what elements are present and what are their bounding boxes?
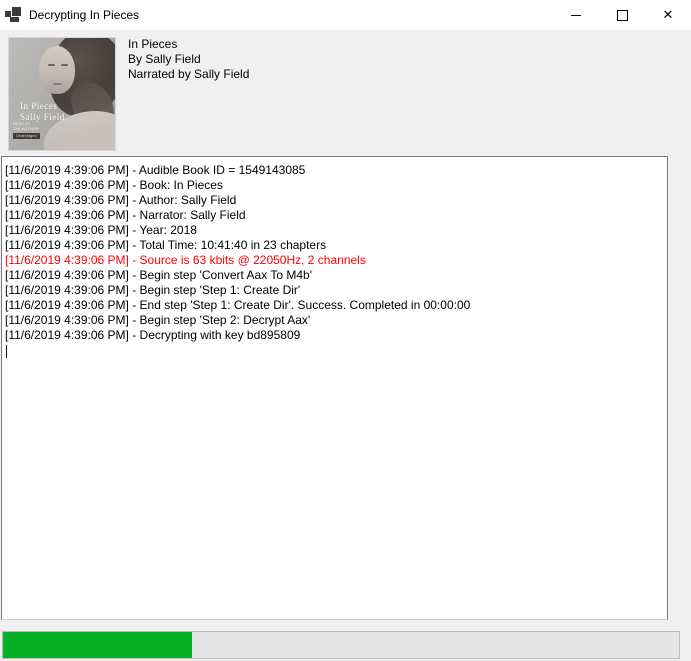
title-bar: Decrypting In Pieces ✕ <box>0 0 691 30</box>
minimize-icon <box>571 15 581 16</box>
log-line: [11/6/2019 4:39:06 PM] - Book: In Pieces <box>5 178 664 193</box>
log-line: [11/6/2019 4:39:06 PM] - Audible Book ID… <box>5 163 664 178</box>
app-window: Decrypting In Pieces ✕ In Pieces Sally F… <box>0 0 691 661</box>
book-author-label: By Sally Field <box>128 52 249 67</box>
cover-readby-text: READ BY THE AUTHOR <box>13 122 39 131</box>
log-line: [11/6/2019 4:39:06 PM] - Author: Sally F… <box>5 193 664 208</box>
book-cover-image: In Pieces Sally Field READ BY THE AUTHOR… <box>8 37 116 151</box>
maximize-icon <box>617 10 628 21</box>
book-info: In Pieces By Sally Field Narrated by Sal… <box>128 37 249 82</box>
maximize-button[interactable] <box>599 0 645 30</box>
progress-bar <box>2 631 680 659</box>
log-line: [11/6/2019 4:39:06 PM] - Begin step 'Ste… <box>5 313 664 328</box>
progress-fill <box>3 632 192 658</box>
close-icon: ✕ <box>663 9 674 22</box>
log-line: [11/6/2019 4:39:06 PM] - Source is 63 kb… <box>5 253 664 268</box>
log-line: [11/6/2019 4:39:06 PM] - Begin step 'Ste… <box>5 283 664 298</box>
log-line: [11/6/2019 4:39:06 PM] - Year: 2018 <box>5 223 664 238</box>
log-line: [11/6/2019 4:39:06 PM] - Begin step 'Con… <box>5 268 664 283</box>
log-line: [11/6/2019 4:39:06 PM] - Total Time: 10:… <box>5 238 664 253</box>
close-button[interactable]: ✕ <box>645 0 691 30</box>
book-narrator-label: Narrated by Sally Field <box>128 67 249 82</box>
log-output[interactable]: [11/6/2019 4:39:06 PM] - Audible Book ID… <box>1 156 668 620</box>
log-line: [11/6/2019 4:39:06 PM] - Decrypting with… <box>5 328 664 343</box>
text-caret <box>6 345 7 358</box>
cover-title-text: In Pieces <box>20 101 57 111</box>
log-line: [11/6/2019 4:39:06 PM] - Narrator: Sally… <box>5 208 664 223</box>
cover-tag-text: Unabridged <box>13 133 40 139</box>
log-line: [11/6/2019 4:39:06 PM] - End step 'Step … <box>5 298 664 313</box>
log-lines: [11/6/2019 4:39:06 PM] - Audible Book ID… <box>5 163 664 343</box>
cover-art-face <box>39 46 75 94</box>
window-title: Decrypting In Pieces <box>29 8 139 22</box>
book-title-label: In Pieces <box>128 37 249 52</box>
app-icon <box>5 7 21 23</box>
minimize-button[interactable] <box>553 0 599 30</box>
